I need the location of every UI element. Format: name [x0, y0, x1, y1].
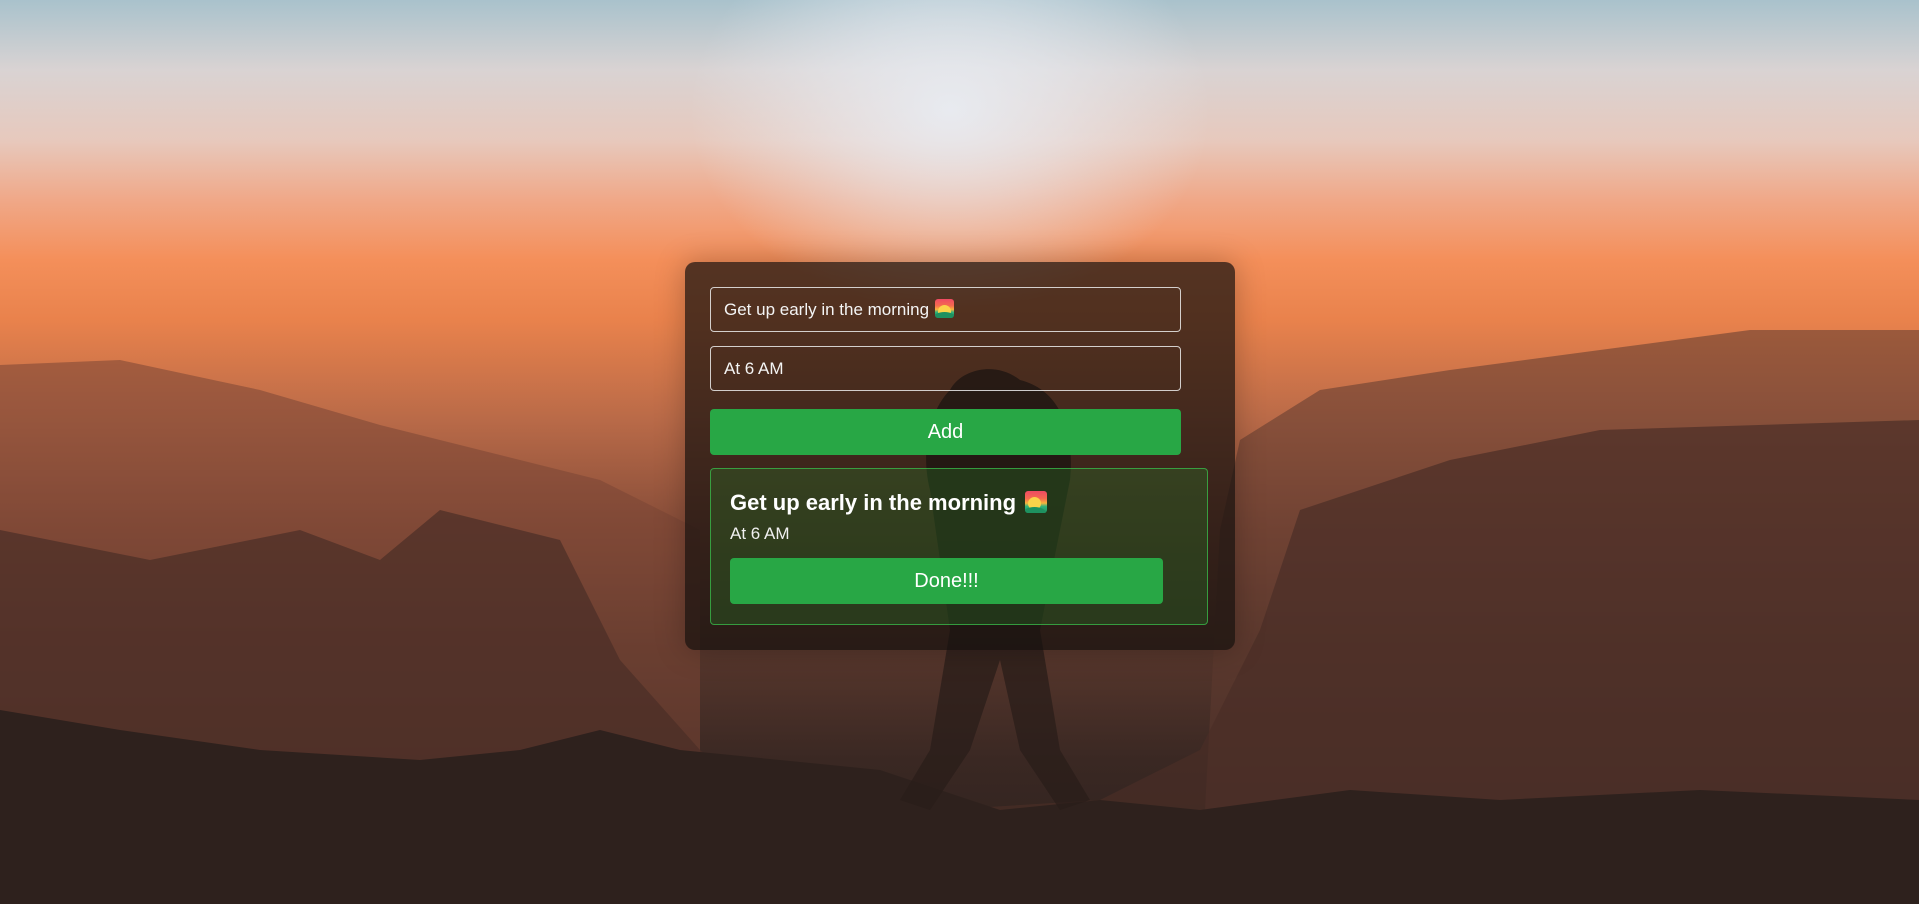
add-button[interactable]: Add [710, 409, 1181, 455]
time-input-value: At 6 AM [724, 359, 784, 378]
sunrise-over-mountains-icon [935, 299, 955, 318]
done-button[interactable]: Done!!! [730, 558, 1163, 604]
todo-item-time: At 6 AM [730, 524, 790, 543]
todo-card: Get up early in the morning At 6 AM Add … [685, 262, 1235, 650]
task-input-value: Get up early in the morning [724, 300, 930, 319]
todo-item-title: Get up early in the morning [730, 490, 1017, 515]
time-input[interactable]: At 6 AM [710, 346, 1181, 391]
todo-item: Get up early in the morning At 6 AM Done… [710, 468, 1208, 625]
todo-item-title-row: Get up early in the morning [730, 490, 1048, 516]
sunrise-over-mountains-icon [1025, 491, 1048, 513]
task-input[interactable]: Get up early in the morning [710, 287, 1181, 332]
